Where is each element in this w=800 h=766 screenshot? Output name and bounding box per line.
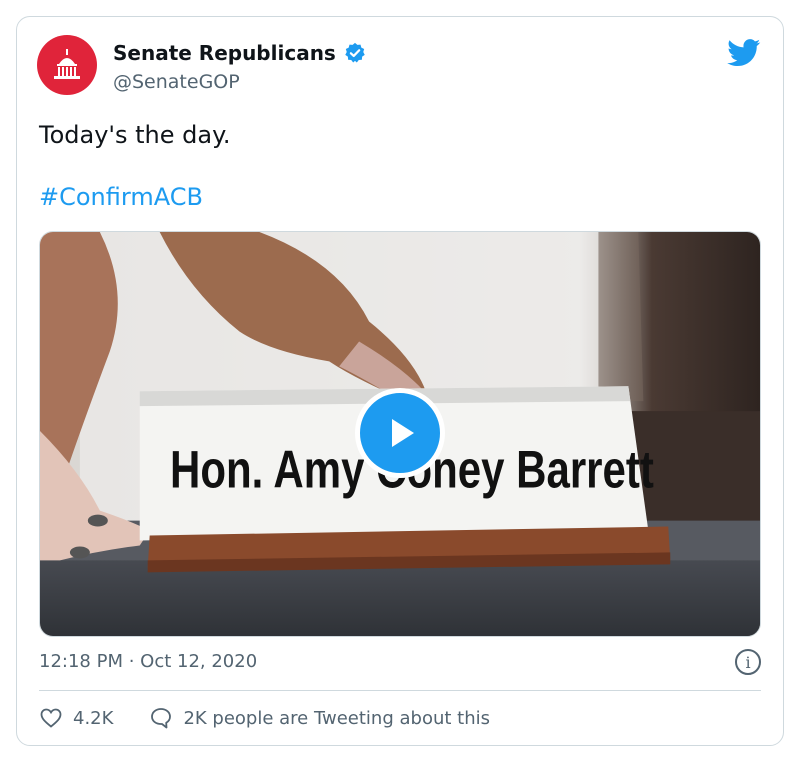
author-name[interactable]: Senate Republicans [113, 41, 336, 65]
conversation-label: 2K people are Tweeting about this [183, 707, 490, 729]
heart-icon [40, 708, 62, 728]
divider [39, 690, 761, 691]
play-icon [392, 419, 414, 447]
speech-bubble-icon [151, 708, 172, 729]
capitol-dome-icon [54, 49, 80, 79]
hashtag-link[interactable]: #ConfirmACB [39, 183, 203, 211]
twitter-bird-icon[interactable] [727, 39, 761, 67]
info-icon[interactable]: i [735, 649, 761, 675]
video-player[interactable]: Hon. Amy Coney Barrett [39, 231, 761, 637]
like-count: 4.2K [73, 707, 114, 729]
tweet-text: Today's the day. [39, 121, 231, 149]
conversation-button[interactable]: 2K people are Tweeting about this [149, 706, 490, 730]
play-button[interactable] [355, 388, 445, 478]
like-button[interactable]: 4.2K [39, 706, 113, 730]
verified-badge-icon [345, 42, 365, 63]
author-name-row[interactable]: Senate Republicans [113, 41, 366, 65]
tweet-timestamp[interactable]: 12:18 PM · Oct 12, 2020 [39, 651, 257, 672]
avatar[interactable] [37, 35, 97, 95]
author-handle[interactable]: @SenateGOP [113, 71, 240, 93]
tweet-card[interactable]: Senate Republicans @SenateGOP Today's th… [16, 16, 784, 746]
action-bar: 4.2K 2K people are Tweeting about this [39, 706, 526, 730]
